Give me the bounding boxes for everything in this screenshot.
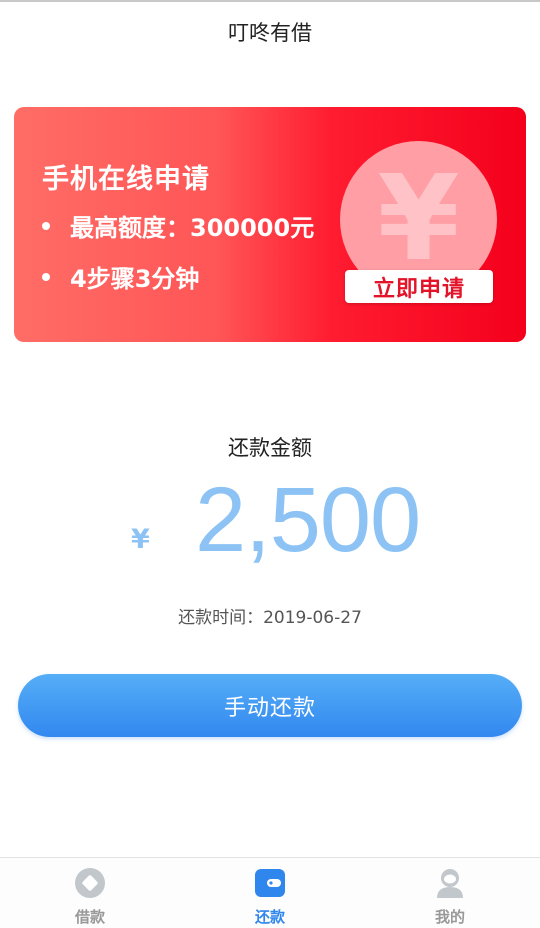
tab-label: 还款 xyxy=(254,908,285,926)
bottom-tab-bar: 借款 还款 我的 xyxy=(0,857,540,928)
tab-label: 我的 xyxy=(434,908,465,926)
banner-bullet-limit: 最高额度：300000元 xyxy=(42,208,314,243)
banner-title: 手机在线申请 xyxy=(42,164,210,195)
apply-now-button[interactable]: 立即申请 xyxy=(345,270,493,303)
tab-profile[interactable]: 我的 xyxy=(360,858,540,928)
repayment-page: 叮咚有借 手机在线申请 最高额度：300000元 4步骤3分钟 ¥ 立即申请 还… xyxy=(0,0,540,928)
tab-repay[interactable]: 还款 xyxy=(180,858,360,928)
manual-repay-button[interactable]: 手动还款 xyxy=(18,674,522,737)
bullet-dot-icon xyxy=(42,221,50,230)
repayment-amount-label: 还款金额 xyxy=(228,436,312,460)
banner-bullet-text: 4步骤3分钟 xyxy=(70,265,200,293)
promo-banner[interactable]: 手机在线申请 最高额度：300000元 4步骤3分钟 ¥ 立即申请 xyxy=(14,107,526,342)
user-icon xyxy=(434,867,466,899)
tab-loan[interactable]: 借款 xyxy=(0,858,180,928)
bullet-dot-icon xyxy=(42,272,50,281)
currency-symbol: ¥ xyxy=(131,524,150,555)
repayment-amount: 2,500 xyxy=(195,469,421,571)
page-title: 叮咚有借 xyxy=(228,21,312,45)
loan-icon xyxy=(74,867,106,899)
repayment-due-date: 还款时间：2019-06-27 xyxy=(178,608,362,628)
banner-bullet-steps: 4步骤3分钟 xyxy=(42,259,199,294)
banner-bullet-text: 最高额度：300000元 xyxy=(70,214,315,242)
yen-symbol: ¥ xyxy=(377,148,460,287)
wallet-icon xyxy=(254,867,286,899)
tab-label: 借款 xyxy=(74,908,105,926)
